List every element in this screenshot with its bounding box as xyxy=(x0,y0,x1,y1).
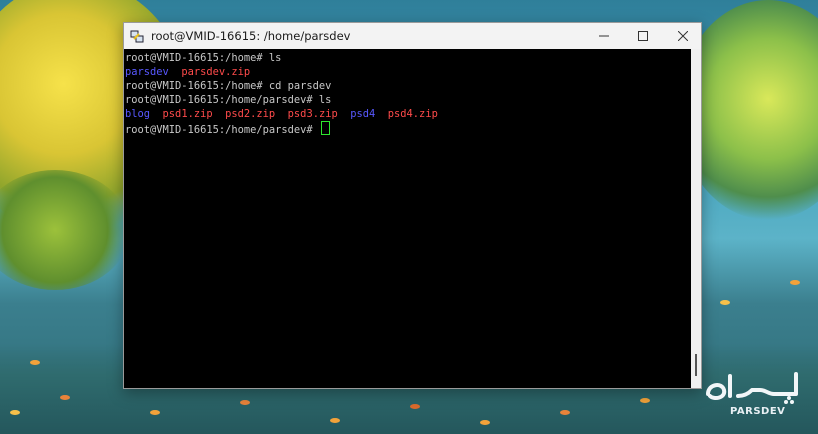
directory-entry: psd4 xyxy=(350,108,376,120)
maximize-button[interactable] xyxy=(621,23,665,49)
terminal-line: root@VMID-16615:/home/parsdev# ls xyxy=(125,93,691,107)
terminal-text: root@VMID-16615:/home/parsdev# ls xyxy=(125,94,332,106)
terminal-line: blog psd1.zip psd2.zip psd3.zip psd4 psd… xyxy=(125,107,691,121)
terminal-text: root@VMID-16615:/home# ls xyxy=(125,52,282,64)
parsdev-logo: PARSDEV xyxy=(700,366,815,426)
terminal-window[interactable]: root@VMID-16615: /home/parsdev root@VMID… xyxy=(123,22,702,389)
zip-file-entry: parsdev.zip xyxy=(181,66,251,78)
minimize-icon xyxy=(599,35,609,37)
directory-entry: blog xyxy=(125,108,151,120)
parsdev-logo-mark xyxy=(706,372,798,404)
zip-file-entry: psd3.zip xyxy=(287,108,338,120)
scrollbar-thumb[interactable] xyxy=(695,354,697,376)
title-bar[interactable]: root@VMID-16615: /home/parsdev xyxy=(124,23,701,49)
vertical-scrollbar[interactable] xyxy=(691,49,701,388)
terminal-line: root@VMID-16615:/home/parsdev# xyxy=(125,121,691,136)
zip-file-entry: psd2.zip xyxy=(225,108,276,120)
maximize-icon xyxy=(638,31,648,41)
minimize-button[interactable] xyxy=(582,23,626,49)
terminal-cursor xyxy=(320,121,330,135)
terminal-output[interactable]: root@VMID-16615:/home# ls parsdev parsdev… xyxy=(124,49,691,388)
terminal-line: root@VMID-16615:/home# ls xyxy=(125,51,691,65)
terminal-line: parsdev parsdev.zip xyxy=(125,65,691,79)
terminal-line: root@VMID-16615:/home# cd parsdev xyxy=(125,79,691,93)
putty-icon[interactable] xyxy=(130,29,144,43)
zip-file-entry: psd1.zip xyxy=(162,108,213,120)
window-title: root@VMID-16615: /home/parsdev xyxy=(151,29,351,43)
terminal-text: root@VMID-16615:/home# cd parsdev xyxy=(125,80,332,92)
parsdev-logo-text: PARSDEV xyxy=(730,406,786,417)
close-button[interactable] xyxy=(661,23,705,49)
terminal-text: root@VMID-16615:/home/parsdev# xyxy=(125,124,319,136)
zip-file-entry: psd4.zip xyxy=(387,108,438,120)
close-icon xyxy=(678,31,688,41)
directory-entry: parsdev xyxy=(125,66,169,78)
